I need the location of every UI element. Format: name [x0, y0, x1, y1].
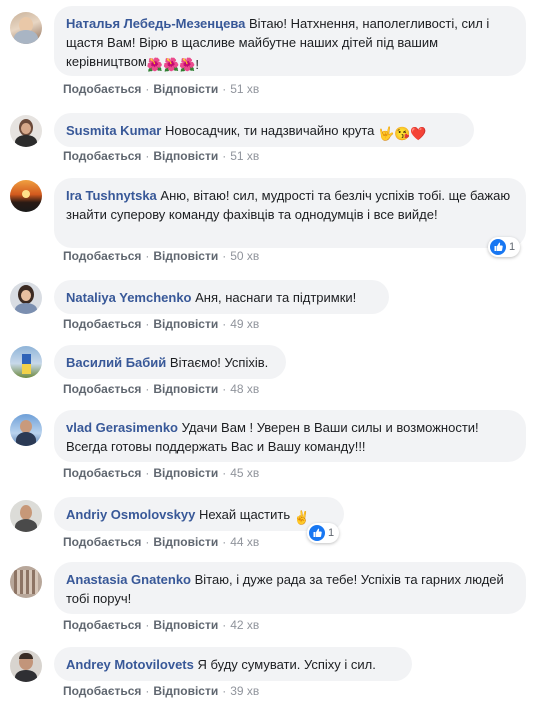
reply-link[interactable]: Відповісти [153, 535, 218, 549]
comment-actions: Подобається · Відповісти · 39 хв [63, 684, 260, 698]
like-link[interactable]: Подобається [63, 382, 141, 396]
comment-time[interactable]: 50 хв [230, 249, 259, 263]
comment-actions: Подобається · Відповісти · 42 хв [63, 618, 260, 632]
avatar[interactable] [10, 12, 42, 44]
comment-bubble: Ira Tushnytska Аню, вітаю! сил, мудрості… [54, 178, 526, 248]
comment-actions: Подобається · Відповісти · 44 хв [63, 535, 260, 549]
avatar[interactable] [10, 650, 42, 682]
reply-link[interactable]: Відповісти [153, 684, 218, 698]
comment-actions: Подобається · Відповісти · 51 хв [63, 82, 260, 96]
reply-link[interactable]: Відповісти [153, 249, 218, 263]
avatar[interactable] [10, 115, 42, 147]
comment-text: Вітаємо! Успіхів. [169, 355, 269, 370]
comment-actions: Подобається · Відповісти · 49 хв [63, 317, 260, 331]
comment-text: Я буду сумувати. Успіху і сил. [197, 657, 376, 672]
avatar[interactable] [10, 180, 42, 212]
comment-bubble: Susmita Kumar Новосадчик, ти надзвичайно… [54, 113, 474, 147]
comment-author[interactable]: Nataliya Yemchenko [66, 290, 192, 305]
comment-author[interactable]: Василий Бабий [66, 355, 166, 370]
comment-bubble: vlad Gerasimenko Удачи Вам ! Уверен в Ва… [54, 410, 526, 462]
like-link[interactable]: Подобається [63, 684, 141, 698]
reaction-count[interactable]: 1 [307, 523, 340, 543]
thumbs-up-icon [490, 239, 506, 255]
like-link[interactable]: Подобається [63, 249, 141, 263]
like-link[interactable]: Подобається [63, 82, 141, 96]
comment-author[interactable]: vlad Gerasimenko [66, 420, 178, 435]
comment-bubble: Anastasia Gnatenko Вітаю, і дуже рада за… [54, 562, 526, 614]
reply-link[interactable]: Відповісти [153, 149, 218, 163]
reply-link[interactable]: Відповісти [153, 466, 218, 480]
comment-time[interactable]: 48 хв [230, 382, 259, 396]
avatar[interactable] [10, 414, 42, 446]
thumbs-up-icon [309, 525, 325, 541]
comment-bubble: Наталья Лебедь-Мезенцева Вітаю! Натхненн… [54, 6, 526, 76]
comment-actions: Подобається · Відповісти · 48 хв [63, 382, 260, 396]
comment-text: Нехай щастить [198, 507, 291, 522]
comment-actions: Подобається · Відповісти · 51 хв [63, 149, 260, 163]
emoji-icon: 🤟😘❤️ [378, 126, 427, 141]
reply-link[interactable]: Відповісти [153, 618, 218, 632]
comment-time[interactable]: 51 хв [230, 82, 259, 96]
comment-author[interactable]: Andrey Motovilovets [66, 657, 194, 672]
comment-actions: Подобається · Відповісти · 50 хв [63, 249, 260, 263]
like-link[interactable]: Подобається [63, 466, 141, 480]
comment-text: Новосадчик, ти надзвичайно крута [165, 123, 375, 138]
comment-time[interactable]: 51 хв [230, 149, 259, 163]
comment-bubble: Nataliya Yemchenko Аня, наснаги та підтр… [54, 280, 389, 314]
reply-link[interactable]: Відповісти [153, 317, 218, 331]
reply-link[interactable]: Відповісти [153, 382, 218, 396]
comment-bubble: Andrey Motovilovets Я буду сумувати. Усп… [54, 647, 412, 681]
like-link[interactable]: Подобається [63, 317, 141, 331]
avatar[interactable] [10, 500, 42, 532]
comment-author[interactable]: Ira Tushnytska [66, 188, 157, 203]
avatar[interactable] [10, 566, 42, 598]
reaction-number: 1 [328, 527, 335, 539]
comment-time[interactable]: 44 хв [230, 535, 259, 549]
victory-hand-icon: ✌️ [293, 510, 310, 525]
like-link[interactable]: Подобається [63, 618, 141, 632]
flower-emoji-icon: 🌺🌺🌺! [146, 57, 200, 72]
like-link[interactable]: Подобається [63, 535, 141, 549]
reply-link[interactable]: Відповісти [153, 82, 218, 96]
avatar[interactable] [10, 282, 42, 314]
comment-time[interactable]: 45 хв [230, 466, 259, 480]
comment-author[interactable]: Anastasia Gnatenko [66, 572, 191, 587]
comment-author[interactable]: Наталья Лебедь-Мезенцева [66, 16, 245, 31]
avatar[interactable] [10, 346, 42, 378]
comment-author[interactable]: Andriy Osmolovskyy [66, 507, 195, 522]
like-link[interactable]: Подобається [63, 149, 141, 163]
comment-time[interactable]: 49 хв [230, 317, 259, 331]
reaction-count[interactable]: 1 [488, 237, 521, 257]
comment-time[interactable]: 42 хв [230, 618, 259, 632]
comment-time[interactable]: 39 хв [230, 684, 259, 698]
comment-bubble: Andriy Osmolovskyy Нехай щастить ✌️ [54, 497, 344, 531]
comment-author[interactable]: Susmita Kumar [66, 123, 161, 138]
reaction-number: 1 [509, 241, 516, 253]
comment-text: Аня, наснаги та підтримки! [195, 290, 357, 305]
comment-actions: Подобається · Відповісти · 45 хв [63, 466, 260, 480]
comment-bubble: Василий Бабий Вітаємо! Успіхів. [54, 345, 286, 379]
